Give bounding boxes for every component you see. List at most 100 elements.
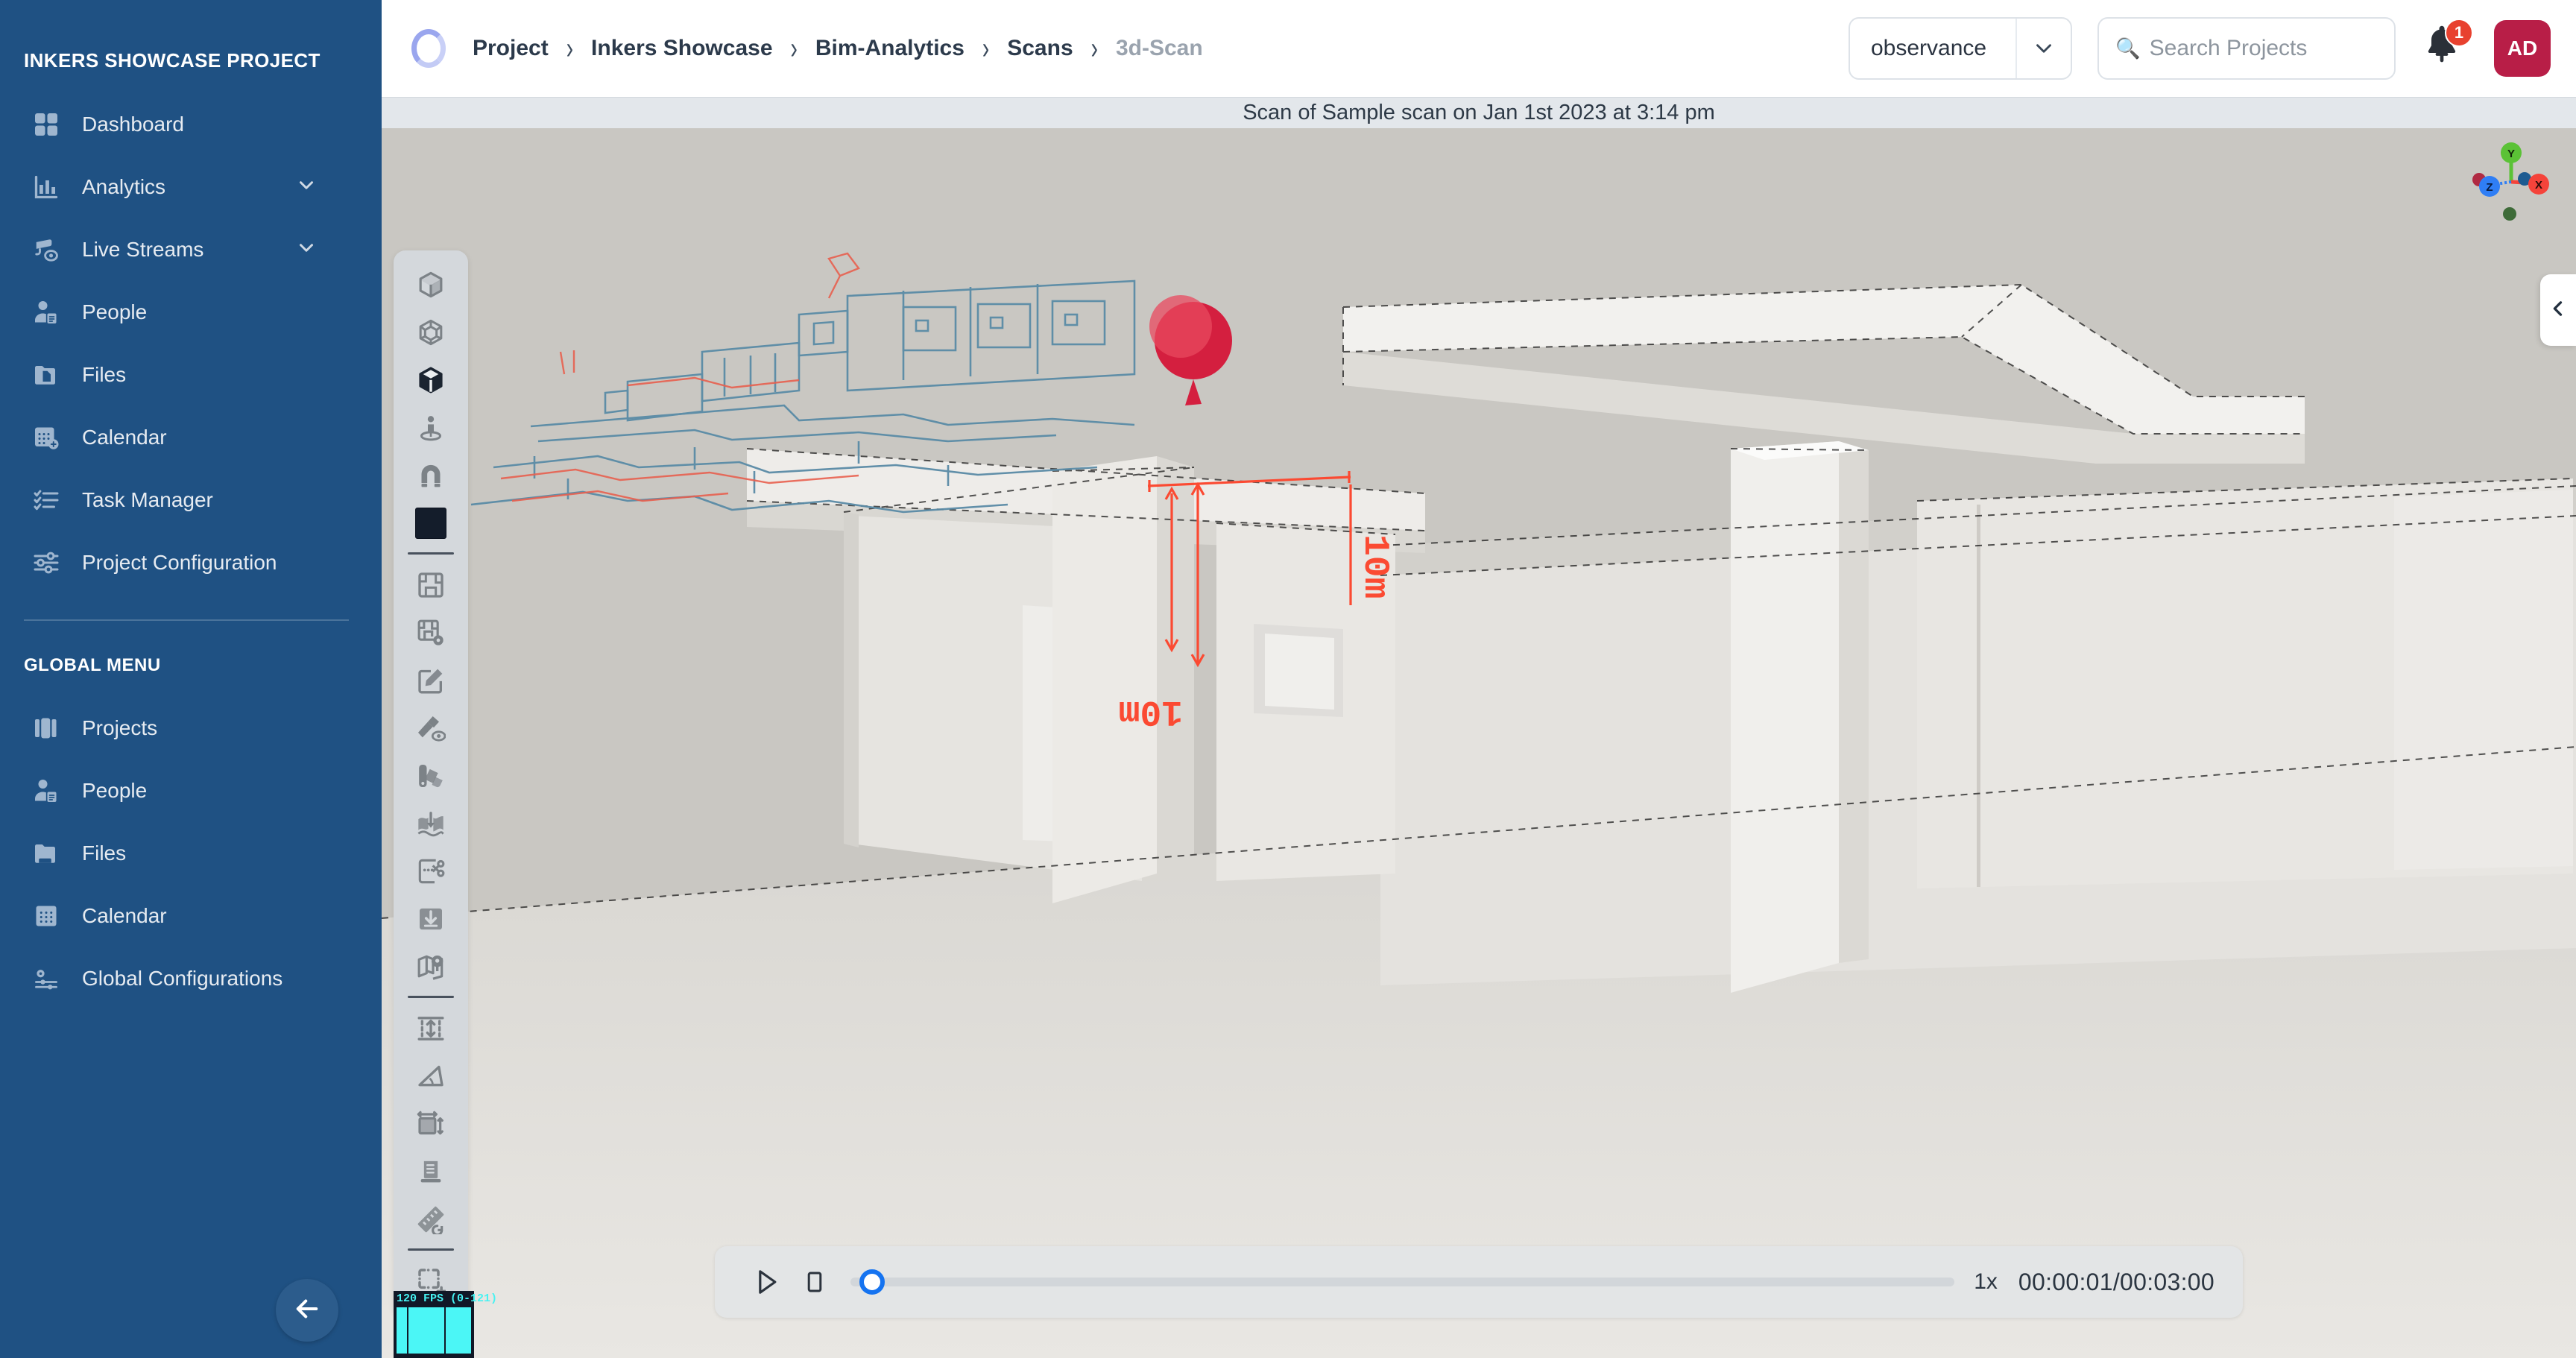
breadcrumb-item-inkers-showcase[interactable]: Inkers Showcase [591, 36, 772, 61]
paint-visibility-icon[interactable] [404, 704, 458, 752]
cctv-camera-icon [33, 236, 69, 264]
scan-title-bar: Scan of Sample scan on Jan 1st 2023 at 3… [382, 97, 2576, 128]
breadcrumb-item-scans[interactable]: Scans [1007, 36, 1073, 61]
sidebar-item-dashboard[interactable]: Dashboard [0, 93, 382, 156]
timeline-track [850, 1278, 1954, 1286]
playback-speed[interactable]: 1x [1974, 1269, 1998, 1295]
timeline-thumb[interactable] [859, 1269, 885, 1295]
floorplan-settings-icon[interactable] [404, 609, 458, 657]
sidebar-item-people-global[interactable]: People [0, 759, 382, 822]
measure-angle-icon[interactable] [404, 1052, 458, 1100]
notifications-button[interactable]: 1 [2421, 22, 2469, 75]
timeline-slider[interactable] [850, 1258, 1954, 1306]
back-arrow-icon [291, 1293, 323, 1328]
person-walkthrough-icon[interactable] [404, 404, 458, 452]
gear-sliders-icon [33, 965, 69, 992]
background-color-swatch [415, 508, 446, 539]
wireframe-cube-icon[interactable] [404, 309, 458, 356]
sidebar-item-calendar-global[interactable]: Calendar [0, 885, 382, 947]
person-document-icon [33, 777, 69, 804]
toolbar-separator [408, 552, 454, 555]
breadcrumb-separator: › [982, 31, 989, 66]
ruler-reset-icon[interactable] [404, 1196, 458, 1243]
sidebar-item-project-configuration[interactable]: Project Configuration [0, 531, 382, 594]
calendar-add-icon [33, 424, 69, 451]
svg-text:X: X [2535, 179, 2542, 192]
sidebar-item-files-global[interactable]: Files [0, 822, 382, 885]
fps-stats-panel[interactable]: 120 FPS (0-121) [394, 1291, 474, 1358]
sidebar-item-analytics[interactable]: Analytics [0, 156, 382, 218]
map-pin-icon[interactable] [404, 943, 458, 991]
play-button[interactable] [743, 1258, 791, 1306]
clip-scissors-icon[interactable] [404, 847, 458, 895]
magnet-snap-icon[interactable] [404, 452, 458, 499]
checklist-icon [33, 487, 69, 514]
download-icon[interactable] [404, 895, 458, 943]
right-panel-toggle[interactable] [2540, 274, 2576, 346]
sidebar-project-menu: Dashboard Analytics Live Streams [0, 93, 382, 594]
person-document-icon [33, 299, 69, 326]
sidebar-item-people[interactable]: People [0, 281, 382, 344]
sidebar-item-projects[interactable]: Projects [0, 697, 382, 759]
sidebar-item-label: Global Configurations [82, 967, 282, 991]
color-palette-icon[interactable] [404, 752, 458, 800]
color-swatch-icon[interactable] [404, 499, 458, 547]
bell-icon [2421, 58, 2463, 71]
main-area: Project › Inkers Showcase › Bim-Analytic… [382, 0, 2576, 1358]
breadcrumb-item-3d-scan: 3d-Scan [1116, 36, 1203, 61]
floorplan-icon[interactable] [404, 561, 458, 609]
sidebar-item-task-manager[interactable]: Task Manager [0, 469, 382, 531]
sidebar-project-title: INKERS SHOWCASE PROJECT [0, 0, 382, 72]
org-select-value: observance [1850, 36, 2015, 61]
search-projects-box[interactable]: 🔍 [2097, 17, 2396, 80]
sidebar-item-live-streams[interactable]: Live Streams [0, 218, 382, 281]
header-controls: observance 🔍 1 AD [1849, 17, 2551, 80]
dashboard-grid-icon [33, 111, 69, 138]
stop-button[interactable] [791, 1258, 839, 1306]
svg-text:Z: Z [2486, 181, 2493, 194]
sidebar-item-label: Calendar [82, 904, 167, 928]
sidebar-item-label: Projects [82, 716, 157, 740]
chevron-down-icon[interactable] [2015, 19, 2071, 78]
sidebar-item-calendar[interactable]: Calendar [0, 406, 382, 469]
books-icon [33, 715, 69, 742]
viewer-toolbar [394, 250, 468, 1317]
sidebar-item-global-configurations[interactable]: Global Configurations [0, 947, 382, 1010]
breadcrumb-separator: › [1091, 31, 1098, 66]
breadcrumb-item-project[interactable]: Project [473, 36, 549, 61]
axis-neg-y-handle [2503, 207, 2516, 221]
measurement-label: 10m [1119, 691, 1183, 731]
sidebar-item-label: Analytics [82, 175, 165, 199]
measure-height-icon[interactable] [404, 1005, 458, 1052]
app-root: INKERS SHOWCASE PROJECT Dashboard Analyt… [0, 0, 2576, 1358]
section-cut-icon[interactable] [404, 800, 458, 847]
dark-cube-icon[interactable] [404, 356, 458, 404]
ring-logo-icon [411, 29, 446, 68]
chevron-left-icon [2548, 298, 2569, 323]
sidebar-item-label: Calendar [82, 426, 167, 449]
edit-note-icon[interactable] [404, 657, 458, 704]
folder-file-icon [33, 361, 69, 388]
toolbar-separator [408, 996, 454, 998]
notification-badge: 1 [2445, 19, 2473, 47]
axis-gizmo[interactable]: Y X Z [2463, 136, 2560, 225]
chevron-down-icon[interactable] [295, 237, 318, 263]
search-icon: 🔍 [2115, 37, 2141, 60]
3d-viewport[interactable]: 10m 10m Y X Z [382, 128, 2576, 1358]
sidebar-global-menu: Projects People Files Calendar [0, 697, 382, 1010]
playback-time: 00:00:01/00:03:00 [2018, 1269, 2214, 1296]
solid-cube-icon[interactable] [404, 261, 458, 309]
sidebar-item-files[interactable]: Files [0, 344, 382, 406]
chevron-down-icon[interactable] [295, 174, 318, 200]
sidebar-collapse-button[interactable] [276, 1279, 338, 1342]
folder-icon [33, 840, 69, 867]
sidebar: INKERS SHOWCASE PROJECT Dashboard Analyt… [0, 0, 382, 1358]
measure-volume-icon[interactable] [404, 1148, 458, 1196]
org-select[interactable]: observance [1849, 17, 2072, 80]
avatar[interactable]: AD [2494, 20, 2551, 77]
breadcrumb-item-bim-analytics[interactable]: Bim-Analytics [815, 36, 965, 61]
sliders-icon [33, 549, 69, 576]
calendar-icon [33, 903, 69, 929]
measure-area-icon[interactable] [404, 1100, 458, 1148]
search-input[interactable] [2150, 36, 2373, 61]
